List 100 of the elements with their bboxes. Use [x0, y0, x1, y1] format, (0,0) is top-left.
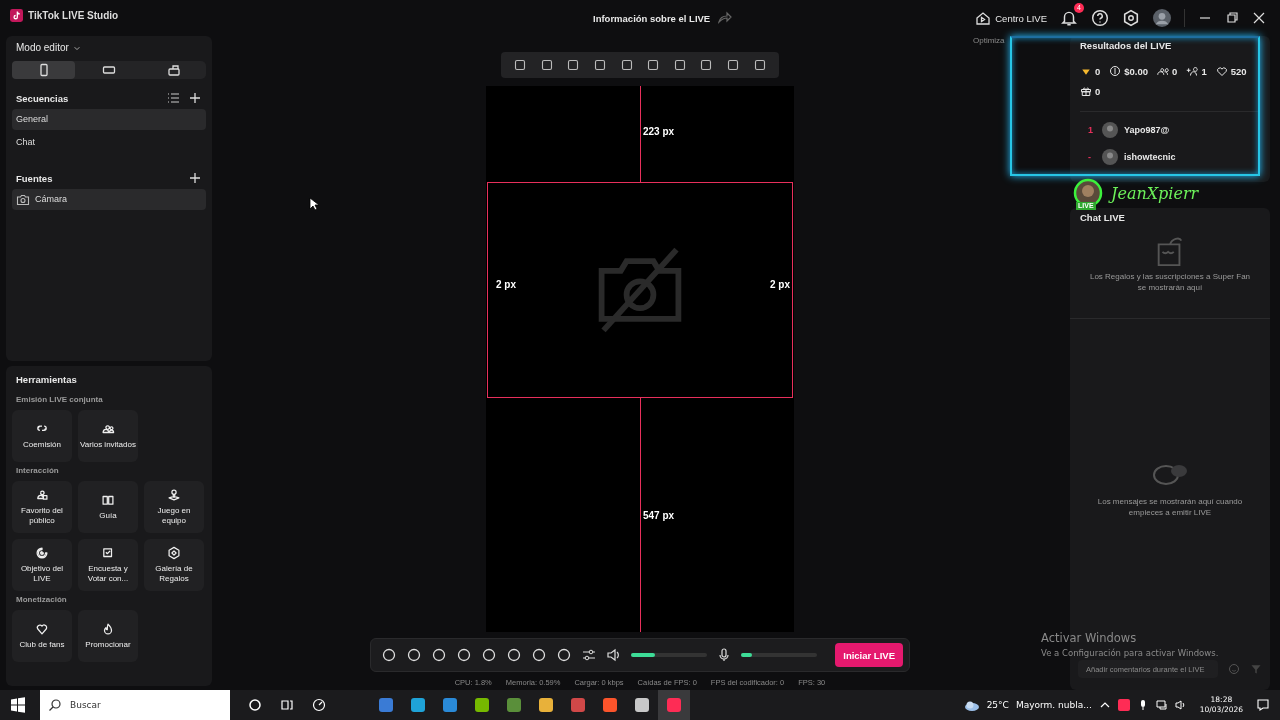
- network-icon[interactable]: [1155, 699, 1168, 711]
- viewer-name: ishowtecnic: [1124, 151, 1176, 162]
- tool-tile[interactable]: Favorito del público: [12, 481, 72, 533]
- toolbar-icon[interactable]: [619, 58, 634, 72]
- toolbar-icon[interactable]: [752, 58, 767, 72]
- tool-tile[interactable]: Galería de Regalos: [144, 539, 204, 591]
- app-title: TikTok LIVE Studio: [28, 9, 119, 21]
- tool-tile[interactable]: Juego en equipo: [144, 481, 204, 533]
- control-icon[interactable]: [406, 647, 422, 663]
- window-title: Información sobre el LIVE: [593, 12, 711, 24]
- list-icon[interactable]: [166, 91, 180, 105]
- settings-icon[interactable]: [1122, 9, 1140, 27]
- volume-slider[interactable]: [631, 653, 656, 657]
- pin-icon: [167, 488, 181, 502]
- sequence-item[interactable]: Chat: [12, 132, 206, 153]
- control-icon[interactable]: [481, 647, 497, 663]
- heart-icon: [35, 622, 49, 636]
- gauge-icon[interactable]: [312, 698, 326, 712]
- empty-message: Los mensajes se mostrarán aquí cuando empieces a emitir LIVE: [1096, 495, 1244, 518]
- tray-app-icon[interactable]: [1117, 699, 1130, 711]
- portrait-layout-tab[interactable]: [12, 61, 76, 79]
- share-icon[interactable]: [716, 10, 733, 26]
- rank-number: 1: [1088, 124, 1094, 135]
- viewer-name: Yapo987@: [1124, 124, 1170, 135]
- control-icon[interactable]: [381, 647, 397, 663]
- weather-text: Mayorm. nubla...: [1015, 700, 1092, 710]
- mode-dropdown[interactable]: Modo editor: [12, 42, 85, 53]
- tool-tile[interactable]: Varios invitados: [78, 410, 138, 462]
- gift-icon: [1080, 85, 1092, 97]
- tool-tile[interactable]: Promocionar: [78, 610, 138, 662]
- sliders-icon[interactable]: [581, 647, 597, 663]
- results-title: Resultados del LIVE: [1080, 40, 1173, 51]
- notifications-icon[interactable]: [1256, 698, 1270, 712]
- rank-number: -: [1088, 151, 1092, 162]
- volume-icon[interactable]: [1174, 699, 1187, 711]
- rotate-icon: [167, 63, 182, 77]
- sequence-item[interactable]: General: [12, 109, 206, 130]
- microphone-icon[interactable]: [716, 647, 732, 663]
- close-icon[interactable]: [1252, 11, 1266, 25]
- group-title: Interacción: [15, 466, 60, 475]
- toolbar-icon[interactable]: [699, 58, 714, 72]
- group-title: Monetización: [15, 595, 68, 604]
- gem-icon: [167, 546, 181, 560]
- distance-label: 223 px: [643, 126, 675, 137]
- speaker-icon[interactable]: [606, 647, 622, 663]
- target-icon: [35, 546, 49, 560]
- toolbar-icon[interactable]: [539, 58, 554, 72]
- tool-tile[interactable]: Encuesta y Votar con...: [78, 539, 138, 591]
- toolbar-icon[interactable]: [672, 58, 687, 72]
- person-plus-icon: [1186, 65, 1199, 77]
- section-title: Secuencias: [16, 92, 69, 104]
- tool-tile[interactable]: Guía: [78, 481, 138, 533]
- control-icon[interactable]: [431, 647, 447, 663]
- activation-title: Activar Windows: [1041, 631, 1138, 645]
- taskbar-search-field[interactable]: Buscar: [40, 690, 230, 720]
- live-center-button[interactable]: Centro LIVE: [975, 10, 1047, 26]
- microphone-slider[interactable]: [741, 653, 752, 657]
- stat-value: 1: [1201, 65, 1207, 77]
- toolbar-icon[interactable]: [646, 58, 661, 72]
- camera-source-frame[interactable]: 2 px 2 px: [487, 182, 793, 398]
- toolbar-icon[interactable]: [513, 58, 528, 72]
- control-icon[interactable]: [506, 647, 522, 663]
- avatar-icon: [1102, 121, 1118, 138]
- toolbar-icon[interactable]: [593, 58, 608, 72]
- stat-value: 0: [1095, 85, 1101, 97]
- toolbar-icon[interactable]: [726, 58, 741, 72]
- tool-tile[interactable]: Club de fans: [12, 610, 72, 662]
- cursor-icon: [309, 197, 319, 211]
- stat-value: 520: [1230, 65, 1247, 77]
- group-title: Emisión LIVE conjunta: [15, 395, 104, 404]
- add-icon[interactable]: [188, 91, 202, 105]
- book-icon: [101, 493, 115, 507]
- add-icon[interactable]: [188, 171, 202, 185]
- start-live-button[interactable]: Iniciar LIVE: [835, 643, 903, 667]
- control-icon[interactable]: [456, 647, 472, 663]
- stat-value: $0.00: [1124, 65, 1149, 77]
- distance-label: 2 px: [496, 279, 516, 290]
- app-logo-icon: [10, 8, 23, 22]
- coin-icon: [1109, 65, 1122, 77]
- stat-value: 0: [1172, 65, 1178, 77]
- section-title: Herramientas: [15, 374, 78, 385]
- tool-tile[interactable]: Coemisión: [12, 410, 72, 462]
- checkbox-icon: [101, 546, 115, 560]
- tool-tile[interactable]: Objetivo del LIVE: [12, 539, 72, 591]
- landscape-icon: [102, 63, 116, 77]
- toolbar-icon[interactable]: [566, 58, 581, 72]
- source-item[interactable]: Cámara: [12, 189, 206, 210]
- cortana-icon[interactable]: [248, 698, 262, 712]
- people-icon: [1157, 65, 1170, 77]
- activation-text: Ve a Configuración para activar Windows.: [1041, 648, 1219, 658]
- maximize-icon[interactable]: [1225, 11, 1239, 25]
- help-icon[interactable]: [1091, 9, 1109, 27]
- task-view-icon[interactable]: [280, 698, 294, 712]
- avatar-icon[interactable]: [1153, 9, 1171, 27]
- bell-icon[interactable]: [1060, 9, 1078, 27]
- control-icon[interactable]: [556, 647, 572, 663]
- start-icon[interactable]: [10, 697, 26, 713]
- avatar-icon: [1102, 148, 1118, 165]
- control-icon[interactable]: [531, 647, 547, 663]
- hint-text: Optimiza: [973, 36, 1005, 45]
